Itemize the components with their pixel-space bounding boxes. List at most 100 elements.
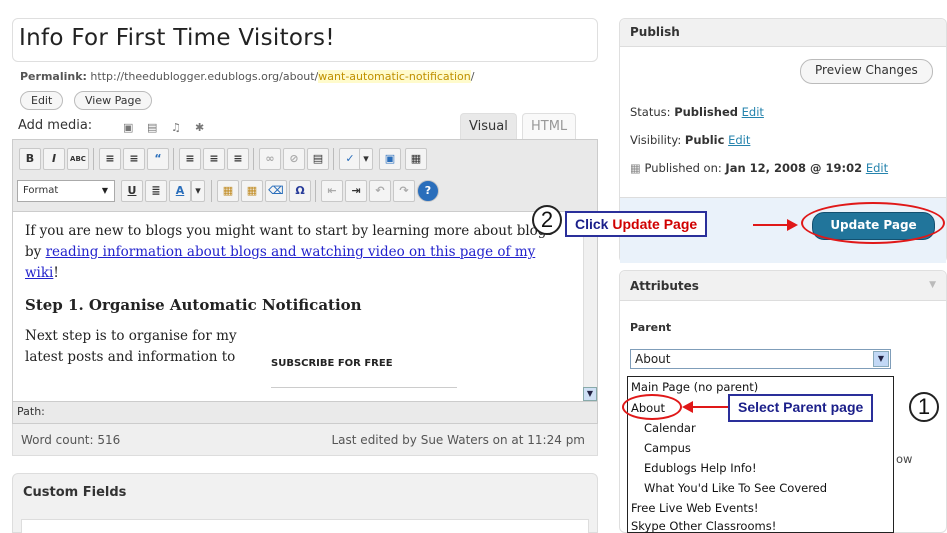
align-right-button[interactable]: ≡: [227, 148, 249, 170]
post-title: Info For First Time Visitors!: [19, 25, 335, 51]
status-edit-link[interactable]: Edit: [742, 105, 764, 119]
toolbar-divider: [315, 180, 316, 202]
parent-select[interactable]: About ▼: [630, 349, 891, 369]
last-edited: Last edited by Sue Waters on at 11:24 pm: [331, 433, 586, 447]
preview-changes-button[interactable]: Preview Changes: [800, 59, 933, 84]
text-color-button[interactable]: A: [169, 180, 191, 202]
dropdown-item[interactable]: Free Live Web Events!: [631, 501, 758, 515]
visibility-label: Visibility:: [630, 133, 682, 147]
editor-toolbar: B I ABC ≡ ≡ “ ≡ ≡ ≡ ∞ ⊘ ▤ ✓ ▾ ▣ ▦ Format…: [13, 140, 597, 212]
dropdown-item[interactable]: What You'd Like To See Covered: [644, 481, 827, 495]
step-1-marker: 1: [909, 392, 939, 422]
word-count-bar: Word count: 516 Last edited by Sue Water…: [12, 424, 598, 456]
numbered-list-button[interactable]: ≡: [123, 148, 145, 170]
update-page-highlight: [801, 202, 945, 244]
published-on-value: Jan 12, 2008 @ 19:02: [725, 161, 863, 175]
intro-end: !: [53, 265, 59, 281]
fullscreen-icon[interactable]: ▣: [379, 148, 401, 170]
add-video-icon[interactable]: ▤: [147, 121, 157, 134]
about-highlight: [622, 394, 682, 420]
align-left-button[interactable]: ≡: [179, 148, 201, 170]
status-label: Status:: [630, 105, 671, 119]
calendar-icon: ▦: [630, 161, 641, 175]
tab-visual[interactable]: Visual: [460, 113, 517, 140]
outdent-icon[interactable]: ⇤: [321, 180, 343, 202]
custom-fields-panel: Custom Fields: [12, 473, 598, 533]
toolbar-divider: [93, 148, 94, 170]
published-on-row: ▦ Published on: Jan 12, 2008 @ 19:02 Edi…: [630, 161, 888, 175]
visibility-row: Visibility: Public Edit: [630, 133, 750, 147]
paste-text-icon[interactable]: ▦: [217, 180, 239, 202]
insert-link-icon[interactable]: ∞: [259, 148, 281, 170]
redo-icon[interactable]: ↷: [393, 180, 415, 202]
permalink-label: Permalink:: [20, 70, 87, 83]
publish-title[interactable]: Publish: [620, 19, 946, 47]
custom-fields-table: [21, 519, 589, 533]
published-on-edit-link[interactable]: Edit: [866, 161, 888, 175]
strikethrough-button[interactable]: ABC: [67, 148, 89, 170]
permalink: Permalink: http://theedublogger.edublogs…: [20, 70, 474, 83]
status-value: Published: [674, 105, 738, 119]
dropdown-item[interactable]: Skype Other Classrooms!: [631, 519, 776, 533]
status-row: Status: Published Edit: [630, 105, 764, 119]
align-center-button[interactable]: ≡: [203, 148, 225, 170]
tab-html[interactable]: HTML: [522, 113, 577, 140]
add-media-icon[interactable]: ✱: [195, 121, 204, 134]
undo-icon[interactable]: ↶: [369, 180, 391, 202]
step-2-prefix: Click: [575, 216, 609, 232]
chevron-down-icon[interactable]: ▾: [191, 180, 205, 202]
chevron-down-icon[interactable]: ▼: [873, 351, 889, 367]
arrow-left-icon: [692, 406, 728, 408]
permalink-edit-button[interactable]: Edit: [20, 91, 64, 110]
paste-word-icon[interactable]: ▦: [241, 180, 263, 202]
attributes-title[interactable]: Attributes ▼: [620, 271, 946, 301]
parent-select-value: About: [635, 352, 671, 366]
dropdown-item[interactable]: Main Page (no parent): [631, 380, 758, 394]
title-input[interactable]: Info For First Time Visitors!: [12, 18, 598, 62]
dropdown-item[interactable]: Campus: [644, 441, 691, 455]
justify-button[interactable]: ≣: [145, 180, 167, 202]
view-page-button[interactable]: View Page: [74, 91, 153, 110]
editor-scrollbar[interactable]: ▼: [583, 213, 597, 401]
body-paragraph: Next step is to organise for my latest p…: [25, 328, 237, 365]
intro-paragraph: If you are new to blogs you might want t…: [25, 221, 573, 284]
remove-format-icon[interactable]: ⌫: [265, 180, 287, 202]
permalink-base: http://theedublogger.edublogs.org/about/: [90, 70, 319, 83]
arrow-right-icon: [787, 219, 798, 231]
permalink-slug[interactable]: want-automatic-notification: [318, 70, 471, 83]
insert-more-icon[interactable]: ▤: [307, 148, 329, 170]
chevron-down-icon: ▼: [101, 186, 109, 195]
toolbar-divider: [333, 148, 334, 170]
bold-button[interactable]: B: [19, 148, 41, 170]
toolbar-divider: [253, 148, 254, 170]
spellcheck-icon[interactable]: ✓: [339, 148, 361, 170]
italic-button[interactable]: I: [43, 148, 65, 170]
add-image-icon[interactable]: ▣: [123, 121, 133, 134]
chevron-down-icon: ▼: [929, 280, 936, 290]
indent-icon[interactable]: ⇥: [345, 180, 367, 202]
chevron-down-icon[interactable]: ▾: [359, 148, 373, 170]
arrow-right-icon: [753, 224, 789, 226]
blockquote-button[interactable]: “: [147, 148, 169, 170]
unlink-icon[interactable]: ⊘: [283, 148, 305, 170]
scroll-down-icon[interactable]: ▼: [583, 387, 597, 401]
format-select-value: Format: [23, 185, 59, 196]
kitchen-sink-icon[interactable]: ▦: [405, 148, 427, 170]
subscribe-box: SUBSCRIBE FOR FREE: [271, 356, 457, 388]
step-2-callout: Click Update Page: [565, 211, 708, 237]
underline-button[interactable]: U: [121, 180, 143, 202]
help-icon[interactable]: ?: [417, 180, 439, 202]
published-on-label: Published on:: [644, 161, 722, 175]
word-count: Word count: 516: [21, 433, 121, 447]
visibility-value: Public: [684, 133, 725, 147]
bullet-list-button[interactable]: ≡: [99, 148, 121, 170]
add-audio-icon[interactable]: ♫: [171, 121, 181, 134]
dropdown-item[interactable]: Edublogs Help Info!: [644, 461, 757, 475]
special-character-icon[interactable]: Ω: [289, 180, 311, 202]
editor-content[interactable]: If you are new to blogs you might want t…: [13, 213, 585, 401]
wiki-link[interactable]: reading information about blogs and watc…: [25, 244, 535, 281]
visibility-edit-link[interactable]: Edit: [728, 133, 750, 147]
dropdown-item[interactable]: Calendar: [644, 421, 696, 435]
custom-fields-title[interactable]: Custom Fields: [23, 485, 126, 500]
format-select[interactable]: Format ▼: [17, 180, 115, 202]
